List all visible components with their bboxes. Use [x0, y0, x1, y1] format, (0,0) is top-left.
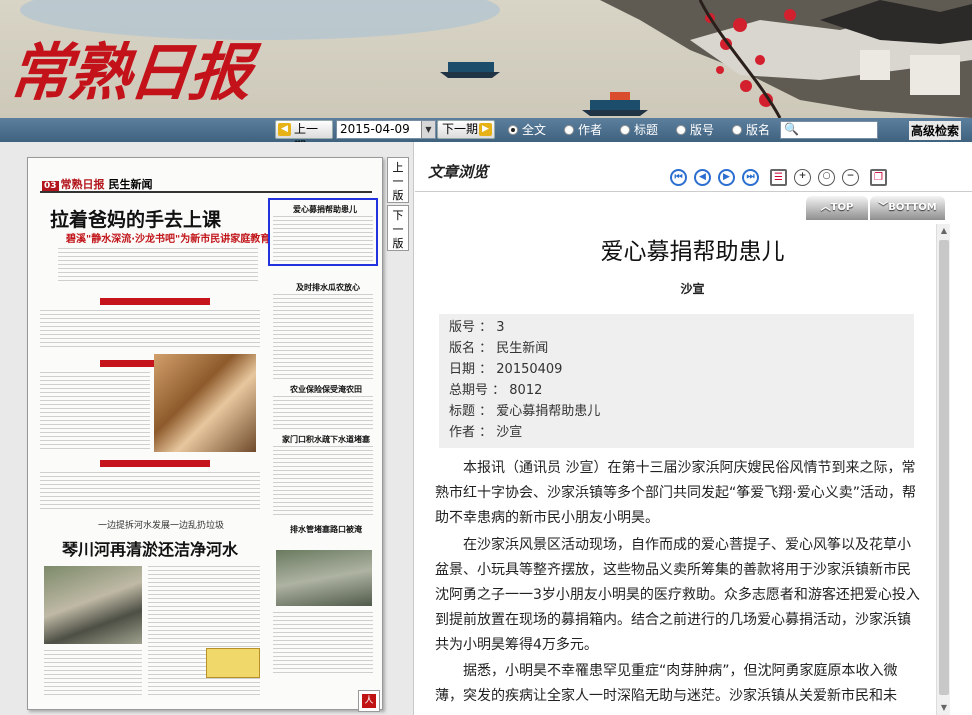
- scroll-bottom-button[interactable]: ﹀BOTTOM: [870, 196, 945, 220]
- search-option-author[interactable]: 作者: [564, 122, 602, 138]
- newspaper-page-image[interactable]: 03 常熟日报 民生新闻 拉着爸妈的手去上课 碧溪"静水深流·沙龙书吧"为新市民讲家…: [27, 157, 383, 710]
- copy-icon[interactable]: ❐: [870, 169, 887, 186]
- photo-classroom[interactable]: [154, 354, 256, 452]
- page-masthead: 03 常熟日报 民生新闻: [42, 178, 153, 191]
- meta-row: 总期号 ： 8012: [449, 383, 543, 398]
- radio-icon: [676, 125, 686, 135]
- article-paragraph: 据悉，小明昊不幸罹患罕见重症“肉芽肿病”，但沈阿勇家庭原本收入微薄，突发的疾病让…: [435, 663, 898, 704]
- article-paragraph: 在沙家浜风景区活动现场，自作而成的爱心菩提子、爱心风筝以及花草小盆景、小玩具等整…: [435, 537, 920, 653]
- last-article-icon[interactable]: ⏭: [742, 169, 759, 186]
- next-page-button[interactable]: 下一版: [387, 205, 409, 251]
- meta-row: 日期 ： 20150409: [449, 362, 563, 377]
- scroll-top-button[interactable]: ︿TOP: [806, 196, 868, 220]
- pdf-download-button[interactable]: 人: [358, 690, 380, 712]
- search-option-page-name[interactable]: 版名: [732, 122, 770, 138]
- article-text-block: [273, 446, 373, 516]
- search-option-title[interactable]: 标题: [620, 122, 658, 138]
- next-issue-button[interactable]: 下一期 ▶: [437, 120, 495, 139]
- article-author: 沙宣: [680, 282, 705, 296]
- page-kicker-second: 一边提拆河水发展一边乱扔垃圾: [98, 521, 225, 531]
- meta-row: 标题 ： 爱心募捐帮助患儿: [449, 404, 601, 419]
- viewer-title: 文章浏览: [428, 163, 489, 181]
- page-headline-main[interactable]: 拉着爸妈的手去上课: [50, 205, 221, 232]
- side-headline-4[interactable]: 家门口积水疏下水道堵塞: [282, 434, 370, 445]
- scroll-down-icon[interactable]: ▼: [939, 703, 949, 713]
- article-text-block: [44, 650, 142, 696]
- next-issue-label: 下一期: [442, 122, 479, 136]
- newspaper-page-panel: 03 常熟日报 民生新闻 拉着爸妈的手去上课 碧溪"静水深流·沙龙书吧"为新市民讲家…: [0, 142, 414, 715]
- prev-issue-label: 上一期: [294, 122, 319, 142]
- section-bar: [100, 298, 210, 305]
- calendar-dropdown-icon[interactable]: ▼: [421, 121, 435, 138]
- meta-row: 版名 ： 民生新闻: [449, 341, 549, 356]
- prev-article-icon[interactable]: ◀: [694, 169, 711, 186]
- article-text-block: [273, 294, 373, 380]
- meta-row: 作者 ： 沙宣: [449, 425, 523, 440]
- article-text-block: [273, 216, 373, 262]
- zoom-reset-icon[interactable]: ○: [818, 169, 835, 186]
- zoom-out-icon[interactable]: −: [842, 169, 859, 186]
- app-window: 常熟日报 ◀ 上一期 2015-04-09 ▼ 下一期 ▶ 全文 作者 标题: [0, 0, 972, 715]
- article-text-block: [58, 248, 258, 284]
- pdf-icon: 人: [362, 694, 376, 708]
- meta-row: 版号 ： 3: [449, 320, 505, 335]
- previous-page-button[interactable]: 上一版: [387, 157, 409, 203]
- date-value: 2015-04-09: [340, 122, 410, 136]
- article-title: 爱心募捐帮助患儿: [600, 239, 785, 265]
- photo-river[interactable]: [44, 566, 142, 644]
- side-headline-5[interactable]: 排水管堵塞路口被淹: [290, 524, 362, 535]
- prev-issue-button[interactable]: ◀ 上一期: [275, 120, 333, 142]
- advanced-search-link[interactable]: 高级检索: [909, 121, 962, 140]
- first-article-icon[interactable]: ⏮: [670, 169, 687, 186]
- search-toolbar: ◀ 上一期 2015-04-09 ▼ 下一期 ▶ 全文 作者 标题 版号: [0, 118, 972, 142]
- search-option-page-number[interactable]: 版号: [676, 122, 714, 138]
- article-metadata: 版号 ： 3 版名 ： 民生新闻 日期 ： 20150409 总期号 ： 801…: [439, 314, 914, 448]
- article-viewer: 文章浏览 ⏮ ◀ ▶ ⏭ ☰ + ○ − ❐ ︿TOP ﹀BOTTOM 爱心募捐…: [415, 142, 972, 715]
- scroll-up-icon[interactable]: ▲: [939, 226, 949, 236]
- chevron-down-icon: ﹀: [878, 202, 889, 213]
- radio-icon: [620, 125, 630, 135]
- article-scrollbar[interactable]: ▲ ▼: [936, 224, 950, 715]
- arrow-right-icon: ▶: [479, 123, 492, 136]
- page-headline-second[interactable]: 琴川河再清淤还洁净河水: [62, 536, 238, 560]
- masthead-rule: [40, 191, 372, 193]
- advertisement-badge[interactable]: [206, 648, 260, 678]
- chevron-up-icon: ︿: [820, 202, 831, 213]
- article-text-block: [40, 372, 150, 452]
- arrow-left-icon: ◀: [278, 123, 291, 136]
- search-icon: 🔍: [784, 122, 799, 136]
- viewer-header: 文章浏览 ⏮ ◀ ▶ ⏭ ☰ + ○ − ❐: [415, 142, 972, 192]
- article-text-block: [40, 472, 260, 512]
- article-list-icon[interactable]: ☰: [770, 169, 787, 186]
- photo-flooded-road[interactable]: [276, 550, 372, 606]
- page-version-tabs: 上一版 下一版: [387, 157, 409, 253]
- zoom-in-icon[interactable]: +: [794, 169, 811, 186]
- page-subhead-main: 碧溪"静水深流·沙龙书吧"为新市民讲家庭教育: [66, 234, 271, 245]
- search-option-fulltext[interactable]: 全文: [508, 122, 546, 138]
- section-bar: [100, 460, 210, 467]
- side-headline-1[interactable]: 爱心募捐帮助患儿: [293, 204, 357, 215]
- next-article-icon[interactable]: ▶: [718, 169, 735, 186]
- radio-icon: [732, 125, 742, 135]
- newspaper-logo[interactable]: 常熟日报: [5, 22, 254, 112]
- article-text-block: [273, 612, 373, 676]
- article-text-block: [273, 396, 373, 430]
- radio-icon: [508, 125, 518, 135]
- article-text-block: [40, 310, 260, 350]
- side-headline-3[interactable]: 农业保险保受淹农田: [290, 384, 362, 395]
- side-headline-2[interactable]: 及时排水瓜农放心: [296, 282, 360, 293]
- article-content: 爱心募捐帮助患儿 沙宣 版号 ： 3 版名 ： 民生新闻 日期 ： 201504…: [435, 222, 950, 715]
- search-input[interactable]: 🔍: [780, 121, 878, 139]
- radio-icon: [564, 125, 574, 135]
- banner: 常熟日报 ◀ 上一期 2015-04-09 ▼ 下一期 ▶ 全文 作者 标题: [0, 0, 972, 142]
- article-paragraph: 本报讯（通讯员 沙宣）在第十三届沙家浜阿庆嫂民俗风情节到来之际，常熟市红十字协会…: [435, 460, 916, 526]
- scroll-thumb[interactable]: [939, 240, 949, 695]
